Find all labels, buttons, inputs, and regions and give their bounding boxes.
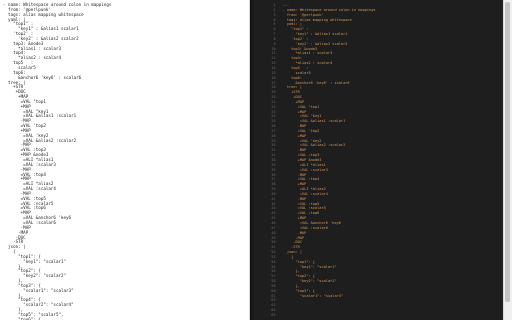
line-number-gutter: 1 2 3 4 5 6 7 8 9 10 11 12 13 14 15 16 1… <box>271 3 276 317</box>
app-window: - name: Whitespace around colon in mappi… <box>0 0 512 320</box>
scrollbar-thumb[interactable] <box>505 2 511 302</box>
code-editor-content[interactable]: --- - name: Whitespace around colon in m… <box>283 3 376 298</box>
plain-text-pane[interactable]: - name: Whitespace around colon in mappi… <box>0 0 250 320</box>
plain-text-content: - name: Whitespace around colon in mappi… <box>3 2 112 320</box>
vertical-scrollbar[interactable] <box>503 0 512 320</box>
code-editor-pane[interactable]: 1 2 3 4 5 6 7 8 9 10 11 12 13 14 15 16 1… <box>249 0 504 320</box>
